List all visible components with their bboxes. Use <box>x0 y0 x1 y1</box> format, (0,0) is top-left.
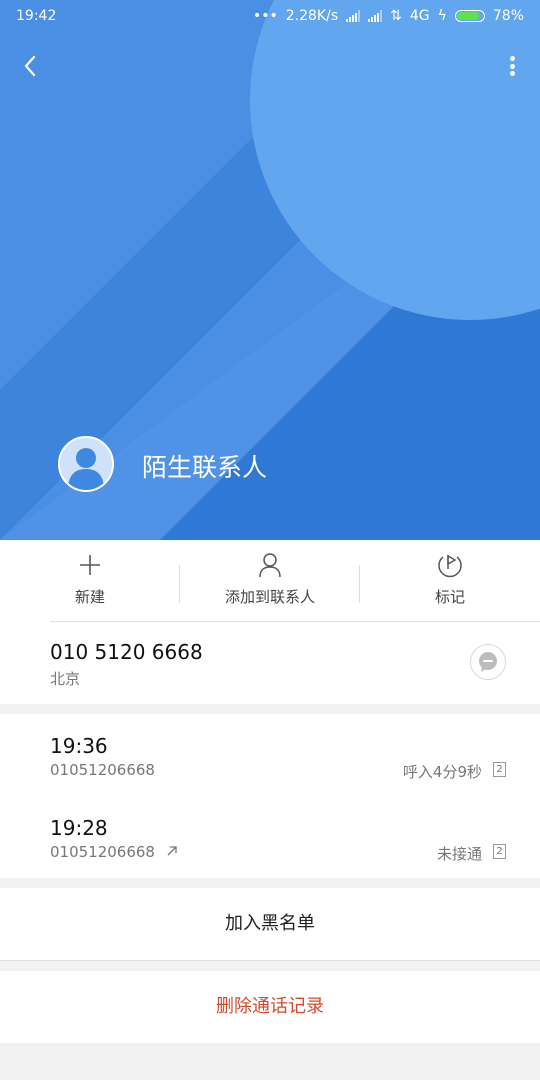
network-speed: 2.28K/s <box>285 8 339 24</box>
delete-call-log-button[interactable]: 删除通话记录 <box>0 971 540 1043</box>
call-number: 01051206668 <box>50 843 155 861</box>
action-bar: 新建 添加到联系人 标记 <box>0 540 540 622</box>
signal-icon-sim2 <box>368 10 383 22</box>
person-icon <box>259 553 281 578</box>
new-contact-label: 新建 <box>74 588 105 606</box>
add-to-contacts-label: 添加到联系人 <box>224 588 315 606</box>
call-log-list: 19:36 01051206668 呼入4分9秒 2 19:28 0105120… <box>0 714 540 878</box>
status-time: 19:42 <box>16 8 57 24</box>
outgoing-call-icon <box>167 846 177 856</box>
phone-number: 010 5120 6668 <box>50 640 203 664</box>
call-time: 19:36 <box>50 734 108 758</box>
plus-icon <box>80 555 100 575</box>
mark-label: 标记 <box>434 588 465 606</box>
message-icon <box>479 652 497 672</box>
new-contact-button[interactable]: 新建 <box>0 550 180 616</box>
dot <box>509 56 515 61</box>
call-status: 呼入4分9秒 <box>402 763 482 781</box>
call-status: 未接通 <box>436 845 482 863</box>
chevron-left-icon <box>24 55 36 77</box>
flag-icon <box>438 554 462 578</box>
call-log-item[interactable]: 19:28 01051206668 未接通 2 <box>0 796 540 878</box>
dot <box>509 71 515 76</box>
call-number-wrap: 01051206668 <box>50 843 178 861</box>
network-type: 4G <box>409 8 430 24</box>
send-message-button[interactable] <box>470 644 506 680</box>
contact-header: 19:42 ••• 2.28K/s ⇅ 4G ϟ 78% 陌生联系人 <box>0 0 540 540</box>
call-count-badge: 2 <box>493 844 506 859</box>
number-row[interactable]: 010 5120 6668 北京 <box>0 622 540 704</box>
contact-name: 陌生联系人 <box>142 453 268 482</box>
avatar <box>58 436 114 492</box>
number-location: 北京 <box>50 670 81 688</box>
call-log-item[interactable]: 19:36 01051206668 呼入4分9秒 2 <box>0 714 540 796</box>
call-count-badge: 2 <box>493 762 506 777</box>
more-options-button[interactable] <box>506 52 518 80</box>
data-arrows-icon: ⇅ <box>390 8 402 24</box>
battery-percent: 78% <box>492 8 524 24</box>
call-number: 01051206668 <box>50 761 155 779</box>
mark-button[interactable]: 标记 <box>360 550 540 616</box>
charging-icon: ϟ <box>437 8 447 24</box>
add-to-blacklist-button[interactable]: 加入黑名单 <box>0 888 540 961</box>
person-silhouette-icon <box>68 448 104 490</box>
status-dots: ••• <box>252 8 278 24</box>
back-button[interactable] <box>18 52 46 80</box>
call-time: 19:28 <box>50 816 108 840</box>
signal-icon-sim1 <box>346 10 361 22</box>
battery-icon <box>454 10 485 22</box>
add-to-contacts-button[interactable]: 添加到联系人 <box>180 550 360 616</box>
status-bar: 19:42 ••• 2.28K/s ⇅ 4G ϟ 78% <box>0 0 540 34</box>
dot <box>509 63 515 69</box>
